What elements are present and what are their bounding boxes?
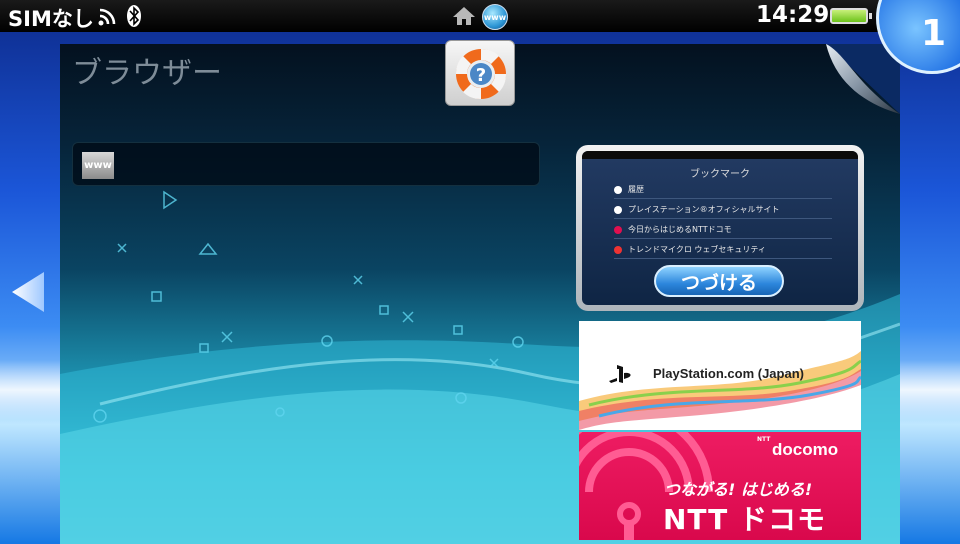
bookmark-title: ブックマーク xyxy=(690,169,750,180)
home-icon[interactable] xyxy=(452,6,476,26)
svg-text:?: ? xyxy=(476,65,486,86)
playstation-banner[interactable]: PlayStation.com (Japan) xyxy=(579,321,861,430)
bookmark-item: 履歴 xyxy=(614,181,832,199)
docomo-banner[interactable]: NTT docomo つながる! はじめる! NTT ドコモ xyxy=(579,432,861,540)
app-title: ブラウザー xyxy=(72,56,222,91)
browser-app-icon[interactable]: www xyxy=(482,4,508,30)
clock: 14:29 xyxy=(756,2,830,28)
history-icon xyxy=(614,185,622,194)
bookmark-preview-card[interactable]: ブックマーク 履歴 プレイステーション®オフィシャルサイト 今日からはじめるNT… xyxy=(576,145,864,311)
page-number: 1 xyxy=(921,13,947,54)
bluetooth-icon xyxy=(127,5,141,27)
help-button[interactable]: ? xyxy=(445,40,515,106)
lifebuoy-help-icon: ? xyxy=(455,48,507,100)
continue-button[interactable]: つづける xyxy=(654,265,784,297)
url-input[interactable]: www xyxy=(72,142,540,186)
status-bar: SIMなし www 14:29 xyxy=(0,0,960,32)
playstation-icon xyxy=(614,205,622,214)
bookmark-item: トレンドマイクロ ウェブセキュリティ xyxy=(614,241,832,259)
bookmark-item: 今日からはじめるNTTドコモ xyxy=(614,221,832,239)
left-arrow-icon[interactable] xyxy=(10,270,46,314)
wifi-icon xyxy=(98,8,116,26)
playstation-banner-text: PlayStation.com (Japan) xyxy=(653,366,804,381)
bookmark-item: プレイステーション®オフィシャルサイト xyxy=(614,201,832,219)
bookmark-preview-screen: ブックマーク 履歴 プレイステーション®オフィシャルサイト 今日からはじめるNT… xyxy=(582,151,858,305)
battery-icon xyxy=(830,8,872,24)
docomo-ntt-label: NTT xyxy=(757,436,771,443)
docomo-logo: docomo xyxy=(772,440,839,459)
docomo-tagline: つながる! はじめる! xyxy=(664,480,813,499)
playstation-logo-icon xyxy=(609,365,631,383)
preview-status-bar xyxy=(582,151,858,159)
www-icon: www xyxy=(82,152,114,179)
trendmicro-icon xyxy=(614,245,622,254)
docomo-icon xyxy=(614,225,622,234)
sim-status: SIMなし xyxy=(8,7,94,31)
docomo-name: NTT ドコモ xyxy=(663,503,827,536)
